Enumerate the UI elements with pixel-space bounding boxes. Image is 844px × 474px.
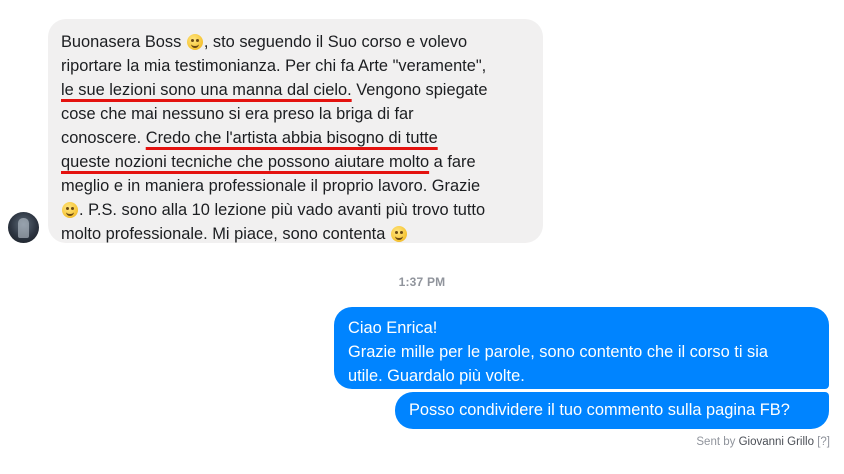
incoming-line: le sue lezioni sono una manna dal cielo.… bbox=[61, 78, 529, 102]
outgoing-line: Posso condividere il tuo commento sulla … bbox=[409, 401, 790, 419]
message-text: conoscere. bbox=[61, 129, 146, 147]
message-text: Vengono spiegate bbox=[351, 81, 488, 99]
winking-face-icon bbox=[390, 226, 407, 242]
message-text: Buonasera Boss bbox=[61, 33, 186, 51]
incoming-message-bubble: Buonasera Boss , sto seguendo il Suo cor… bbox=[48, 19, 543, 243]
message-text: a fare bbox=[429, 153, 476, 171]
help-link[interactable]: [?] bbox=[817, 436, 830, 448]
message-timestamp: 1:37 PM bbox=[398, 275, 446, 289]
incoming-line: meglio e in maniera professionale il pro… bbox=[61, 174, 529, 198]
message-text: , sto seguendo il Suo corso e volevo bbox=[203, 33, 468, 51]
incoming-line: molto professionale. Mi piace, sono cont… bbox=[61, 222, 529, 246]
smiling-face-icon bbox=[62, 202, 78, 218]
sent-by-label: Sent by Giovanni Grillo [?] bbox=[696, 436, 830, 448]
outgoing-line: utile. Guardalo più volte. bbox=[348, 367, 525, 385]
sender-avatar[interactable] bbox=[8, 212, 39, 243]
avatar-figure-icon bbox=[18, 218, 29, 238]
outgoing-message-bubble: Ciao Enrica! Grazie mille per le parole,… bbox=[334, 307, 829, 389]
message-text: . P.S. sono alla 10 lezione più vado ava… bbox=[79, 201, 486, 219]
message-text: cose che mai nessuno si era preso la bri… bbox=[61, 105, 414, 123]
incoming-line: queste nozioni tecniche che possono aiut… bbox=[61, 150, 529, 174]
incoming-line: Buonasera Boss , sto seguendo il Suo cor… bbox=[61, 30, 529, 54]
outgoing-line: Grazie mille per le parole, sono content… bbox=[348, 343, 768, 361]
incoming-line: . P.S. sono alla 10 lezione più vado ava… bbox=[61, 198, 529, 222]
highlighted-text: queste nozioni tecniche che possono aiut… bbox=[61, 153, 430, 171]
incoming-line: conoscere. Credo che l'artista abbia bis… bbox=[61, 126, 529, 150]
sent-by-prefix: Sent by bbox=[696, 436, 736, 448]
outgoing-message-bubble: Posso condividere il tuo commento sulla … bbox=[395, 392, 829, 429]
message-text: molto professionale. Mi piace, sono cont… bbox=[61, 225, 390, 243]
incoming-line: riportare la mia testimonianza. Per chi … bbox=[61, 54, 529, 78]
sender-name-link[interactable]: Giovanni Grillo bbox=[739, 436, 814, 448]
message-text: meglio e in maniera professionale il pro… bbox=[61, 177, 481, 195]
outgoing-line: Ciao Enrica! bbox=[348, 319, 438, 337]
incoming-line: cose che mai nessuno si era preso la bri… bbox=[61, 102, 529, 126]
highlighted-text: Credo che l'artista abbia bisogno di tut… bbox=[145, 129, 438, 147]
highlighted-text: le sue lezioni sono una manna dal cielo. bbox=[61, 81, 352, 99]
message-text: riportare la mia testimonianza. Per chi … bbox=[61, 57, 487, 75]
smiling-face-icon bbox=[186, 34, 203, 50]
